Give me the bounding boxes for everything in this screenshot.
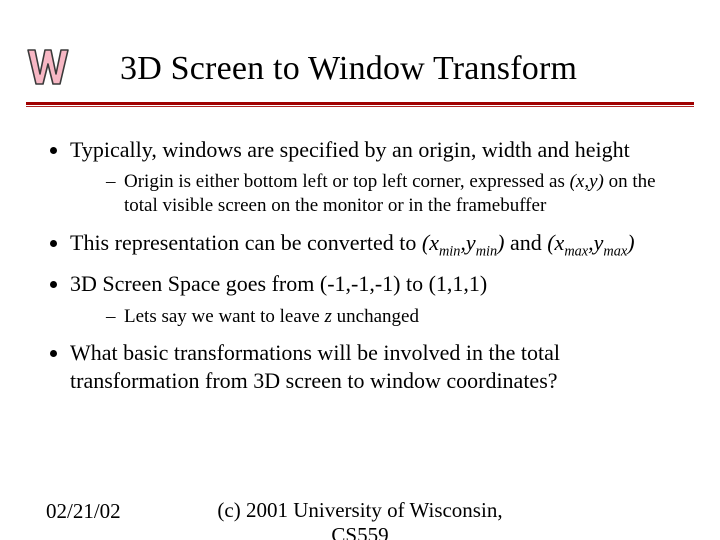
bullet-3: 3D Screen Space goes from (-1,-1,-1) to … xyxy=(70,270,680,328)
z-term: z xyxy=(324,306,331,327)
paren: (x xyxy=(547,230,564,255)
text: Lets say we want to leave xyxy=(124,306,324,327)
xy-term: (x,y) xyxy=(570,171,604,192)
wisconsin-logo xyxy=(26,44,78,90)
bullet-2: This representation can be converted to … xyxy=(70,229,680,261)
text: This representation can be converted to xyxy=(70,230,422,255)
bullet-4: What basic transformations will be invol… xyxy=(70,339,680,395)
sub-min: min xyxy=(476,243,497,259)
bullet-1-sub-1: Origin is either bottom left or top left… xyxy=(106,170,680,219)
paren: ) xyxy=(627,230,634,255)
text: and xyxy=(504,230,547,255)
sub-max: max xyxy=(564,243,588,259)
footer-date: 02/21/02 xyxy=(46,499,121,524)
paren: (x xyxy=(422,230,439,255)
comma: ,y xyxy=(460,230,475,255)
sub-max: max xyxy=(603,243,627,259)
bullet-4-text: What basic transformations will be invol… xyxy=(70,340,560,393)
title-rule xyxy=(26,102,694,105)
content-region: Typically, windows are specified by an o… xyxy=(44,136,680,405)
footer-copyright: (c) 2001 University of Wisconsin, CS559 xyxy=(200,498,520,540)
bullet-3-sub-1: Lets say we want to leave z unchanged xyxy=(106,305,680,329)
bullet-1-text: Typically, windows are specified by an o… xyxy=(70,137,630,162)
comma: ,y xyxy=(588,230,603,255)
bullet-1: Typically, windows are specified by an o… xyxy=(70,136,680,219)
slide-title: 3D Screen to Window Transform xyxy=(120,50,577,88)
bullet-3-sublist: Lets say we want to leave z unchanged xyxy=(70,305,680,329)
bullet-list: Typically, windows are specified by an o… xyxy=(44,136,680,395)
slide: 3D Screen to Window Transform Typically,… xyxy=(0,0,720,540)
bullet-3-text: 3D Screen Space goes from (-1,-1,-1) to … xyxy=(70,271,487,296)
bullet-1-sublist: Origin is either bottom left or top left… xyxy=(70,170,680,219)
sub-min: min xyxy=(439,243,460,259)
text: Origin is either bottom left or top left… xyxy=(124,171,570,192)
text: unchanged xyxy=(332,306,419,327)
